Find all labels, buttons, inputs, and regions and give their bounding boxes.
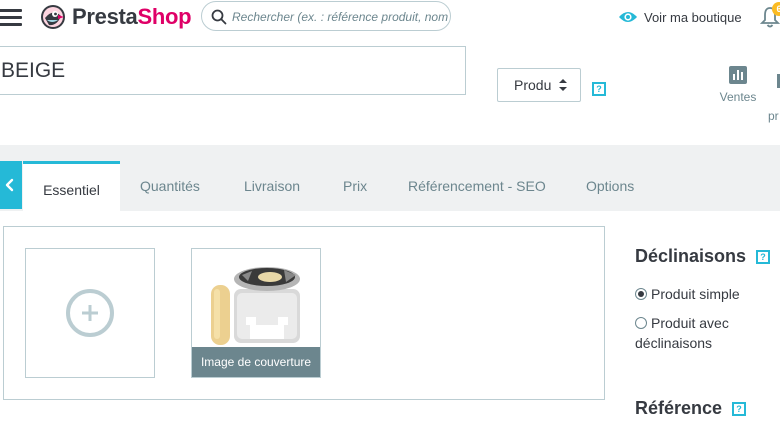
product-type-value: Produ (514, 77, 552, 93)
product-type-help-icon[interactable]: ? (592, 82, 606, 96)
sales-label: Ventes (719, 90, 757, 104)
tab-essentiel[interactable]: Essentiel (23, 161, 120, 211)
menu-toggle-icon[interactable] (0, 9, 22, 27)
bar-chart-icon (729, 66, 747, 84)
declinaisons-help-icon[interactable]: ? (756, 249, 771, 264)
select-arrows-icon (559, 79, 567, 91)
radio-product-with-combinations[interactable]: Produit avec (635, 313, 775, 333)
cover-image-caption: Image de couverture (192, 347, 320, 377)
top-header: PrestaShop Voir ma boutique 6 (0, 0, 780, 36)
tab-prix[interactable]: Prix (343, 161, 367, 211)
radio-simple-product-label: Produit simple (651, 286, 740, 302)
search-bar[interactable] (201, 1, 451, 31)
radio-product-with-combinations-label-line2: déclinaisons (635, 335, 713, 351)
product-name-input[interactable] (0, 46, 466, 95)
view-shop-link[interactable]: Voir ma boutique (618, 7, 742, 27)
tab-quantites[interactable]: Quantités (140, 161, 200, 211)
prestashop-logo[interactable]: PrestaShop (40, 3, 192, 31)
view-shop-label: Voir ma boutique (644, 9, 742, 25)
reference-help-icon[interactable]: ? (732, 401, 747, 416)
search-icon (211, 9, 227, 25)
radio-simple-product-input[interactable] (635, 288, 647, 300)
sales-stats-button[interactable]: Ventes (712, 66, 764, 104)
tab-options[interactable]: Options (586, 161, 634, 211)
reference-heading: Référence ? (635, 398, 747, 419)
notifications-count-badge: 6 (772, 2, 780, 16)
chevron-left-icon (5, 178, 14, 192)
radio-simple-product[interactable]: Produit simple (635, 284, 740, 304)
tabs-previous-button[interactable] (0, 161, 22, 209)
cover-image-thumbnail[interactable]: Image de couverture (191, 248, 321, 378)
product-photo (211, 267, 300, 345)
radio-product-with-combinations-input[interactable] (635, 317, 647, 329)
product-type-select[interactable]: Produ (497, 68, 581, 102)
puffin-logo-icon (41, 5, 65, 29)
logo-text: PrestaShop (72, 4, 192, 29)
tab-livraison[interactable]: Livraison (244, 161, 300, 211)
tab-referencement-seo[interactable]: Référencement - SEO (408, 161, 546, 211)
search-input[interactable] (232, 8, 448, 26)
next-toolbar-label: pr (768, 109, 779, 123)
radio-product-with-combinations-label-line1: Produit avec (651, 315, 729, 331)
add-image-button[interactable] (25, 248, 155, 378)
plus-circle-icon (66, 289, 114, 337)
product-tabs: Essentiel Quantités Livraison Prix Référ… (0, 145, 780, 211)
radio-product-with-combinations-line2: déclinaisons (635, 333, 712, 353)
declinaisons-heading: Déclinaisons ? (635, 246, 771, 267)
declinaisons-title: Déclinaisons (635, 246, 747, 266)
eye-icon (619, 12, 637, 22)
reference-title: Référence (635, 398, 723, 418)
